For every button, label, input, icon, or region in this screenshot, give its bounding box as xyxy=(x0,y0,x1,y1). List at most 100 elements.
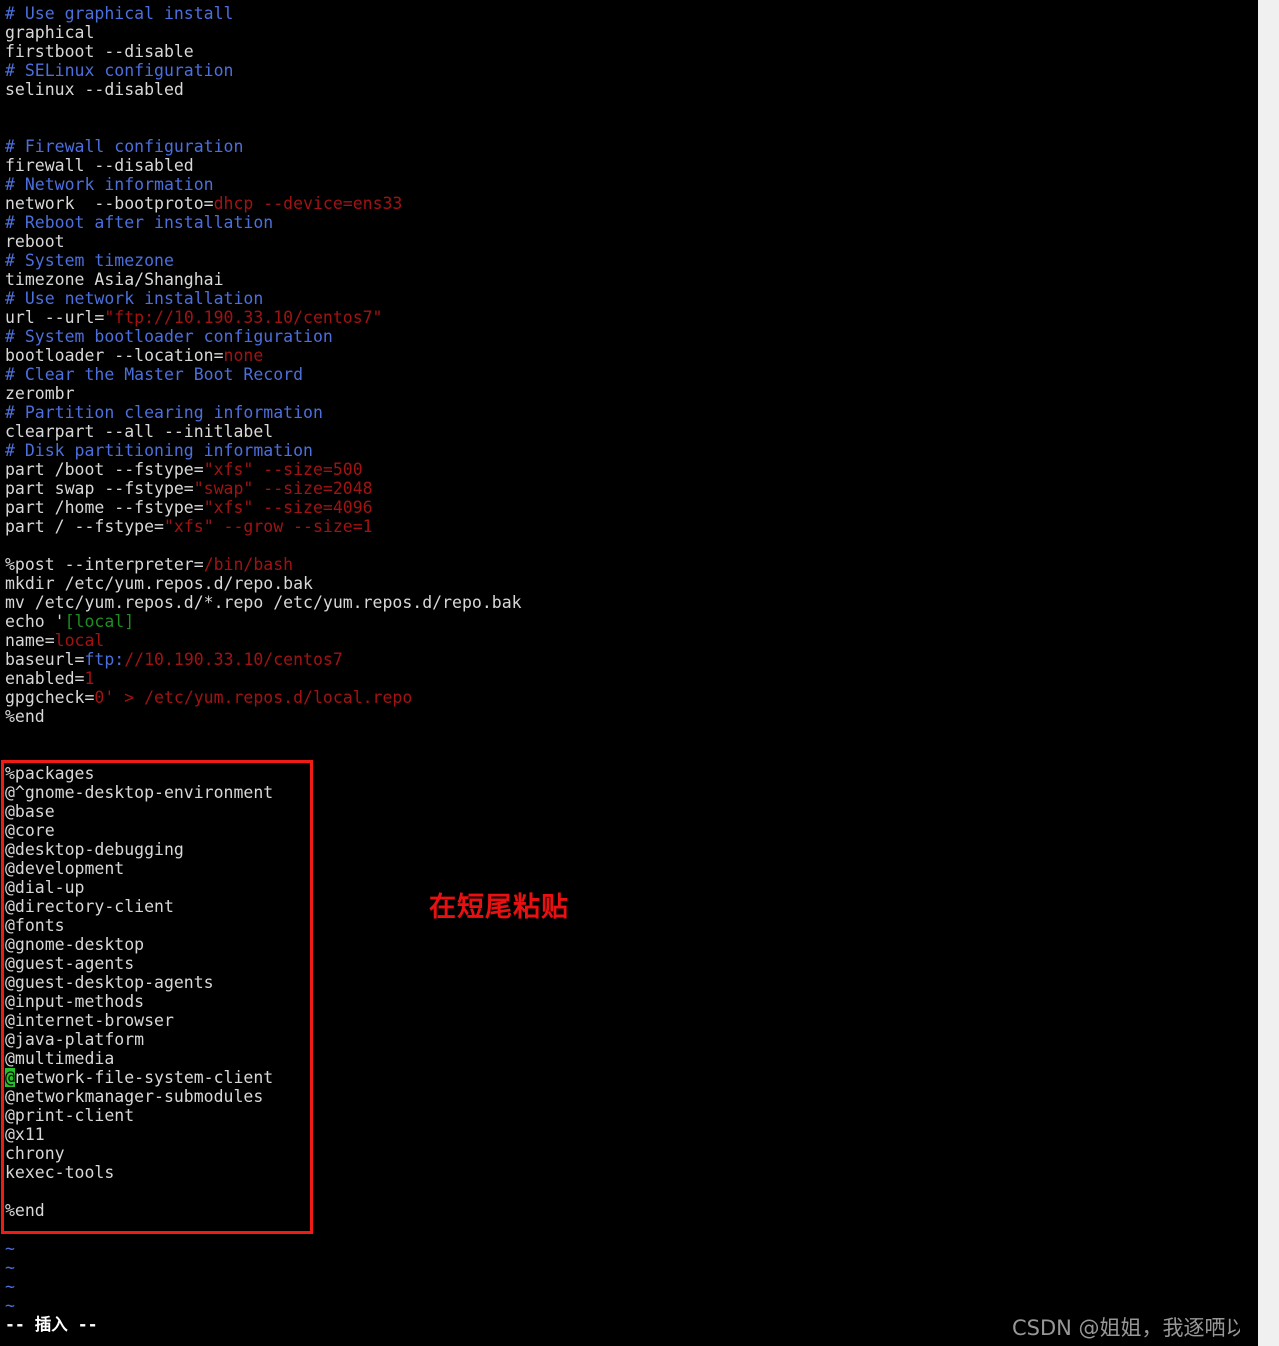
editor-line[interactable]: ~ xyxy=(5,1239,1255,1258)
editor-line[interactable]: # Firewall configuration xyxy=(5,137,1255,156)
editor-line[interactable]: part swap --fstype="swap" --size=2048 xyxy=(5,479,1255,498)
editor-line[interactable]: # Network information xyxy=(5,175,1255,194)
editor-line[interactable]: kexec-tools xyxy=(5,1163,1255,1182)
editor-line[interactable]: @development xyxy=(5,859,1255,878)
editor-line[interactable]: # Clear the Master Boot Record xyxy=(5,365,1255,384)
editor-line[interactable]: echo '[local] xyxy=(5,612,1255,631)
editor-line[interactable] xyxy=(5,1220,1255,1239)
editor-line[interactable] xyxy=(5,118,1255,137)
editor-token: # System timezone xyxy=(5,251,174,270)
editor-line[interactable]: @java-platform xyxy=(5,1030,1255,1049)
editor-line[interactable]: @print-client xyxy=(5,1106,1255,1125)
editor-line[interactable]: @directory-client xyxy=(5,897,1255,916)
editor-token: %end xyxy=(5,1201,45,1220)
editor-line[interactable]: # Reboot after installation xyxy=(5,213,1255,232)
editor-line[interactable]: # SELinux configuration xyxy=(5,61,1255,80)
editor-line[interactable]: @fonts xyxy=(5,916,1255,935)
editor-token: @directory-client xyxy=(5,897,174,916)
editor-token: ' > /etc/yum.repos.d/local.repo xyxy=(104,688,413,707)
editor-line[interactable]: %packages xyxy=(5,764,1255,783)
editor-token: @gnome-desktop xyxy=(5,935,145,954)
editor-token: # Network information xyxy=(5,175,214,194)
editor-token: # Use graphical install xyxy=(5,4,234,23)
editor-line[interactable]: part / --fstype="xfs" --grow --size=1 xyxy=(5,517,1255,536)
editor-token: @guest-agents xyxy=(5,954,135,973)
editor-token: # Reboot after installation xyxy=(5,213,274,232)
editor-line[interactable]: name=local xyxy=(5,631,1255,650)
editor-line[interactable]: # Disk partitioning information xyxy=(5,441,1255,460)
editor-line[interactable]: ~ xyxy=(5,1277,1255,1296)
editor-line[interactable] xyxy=(5,745,1255,764)
editor-line[interactable] xyxy=(5,726,1255,745)
editor-line[interactable]: # Partition clearing information xyxy=(5,403,1255,422)
vim-text-buffer[interactable]: # Use graphical install graphical firstboo… xyxy=(5,4,1255,1315)
editor-token: firstboot --disable xyxy=(5,42,194,61)
editor-token: # Clear the Master Boot Record xyxy=(5,365,304,384)
editor-token: echo ' xyxy=(5,612,65,631)
editor-line[interactable]: # Use network installation xyxy=(5,289,1255,308)
editor-line[interactable]: enabled=1 xyxy=(5,669,1255,688)
editor-line[interactable]: url --url="ftp://10.190.33.10/centos7" xyxy=(5,308,1255,327)
editor-line[interactable]: @dial-up xyxy=(5,878,1255,897)
editor-line[interactable]: baseurl=ftp://10.190.33.10/centos7 xyxy=(5,650,1255,669)
editor-token: reboot xyxy=(5,232,65,251)
terminal-window[interactable]: # Use graphical install graphical firstboo… xyxy=(0,0,1258,1346)
editor-line[interactable]: selinux --disabled xyxy=(5,80,1255,99)
editor-token: # Use network installation xyxy=(5,289,264,308)
editor-line[interactable]: @desktop-debugging xyxy=(5,840,1255,859)
editor-token: @internet-browser xyxy=(5,1011,174,1030)
editor-token: %end xyxy=(5,707,45,726)
editor-line[interactable]: mv /etc/yum.repos.d/*.repo /etc/yum.repo… xyxy=(5,593,1255,612)
editor-line[interactable] xyxy=(5,99,1255,118)
editor-line[interactable]: @gnome-desktop xyxy=(5,935,1255,954)
editor-token: none xyxy=(223,346,264,365)
editor-token: dhcp --device=ens33 xyxy=(213,194,403,213)
editor-line[interactable]: firewall --disabled xyxy=(5,156,1255,175)
editor-line[interactable]: @networkmanager-submodules xyxy=(5,1087,1255,1106)
editor-line[interactable]: # Use graphical install xyxy=(5,4,1255,23)
editor-line[interactable]: %end xyxy=(5,1201,1255,1220)
editor-line[interactable]: @internet-browser xyxy=(5,1011,1255,1030)
editor-token: mv /etc/yum.repos.d/*.repo /etc/yum.repo… xyxy=(5,593,522,612)
editor-line[interactable] xyxy=(5,1182,1255,1201)
editor-line[interactable]: @base xyxy=(5,802,1255,821)
editor-line[interactable]: chrony xyxy=(5,1144,1255,1163)
vim-block-cursor: @ xyxy=(5,1068,15,1087)
editor-line[interactable]: timezone Asia/Shanghai xyxy=(5,270,1255,289)
editor-line[interactable]: clearpart --all --initlabel xyxy=(5,422,1255,441)
editor-line[interactable]: network --bootproto=dhcp --device=ens33 xyxy=(5,194,1255,213)
editor-line[interactable]: ~ xyxy=(5,1258,1255,1277)
editor-line[interactable]: @network-file-system-client xyxy=(5,1068,1255,1087)
editor-token: "xfs" --grow --size=1 xyxy=(163,517,373,536)
editor-line[interactable] xyxy=(5,536,1255,555)
editor-line[interactable]: # System bootloader configuration xyxy=(5,327,1255,346)
editor-line[interactable]: @multimedia xyxy=(5,1049,1255,1068)
editor-line[interactable]: bootloader --location=none xyxy=(5,346,1255,365)
editor-line[interactable]: mkdir /etc/yum.repos.d/repo.bak xyxy=(5,574,1255,593)
editor-line[interactable]: reboot xyxy=(5,232,1255,251)
editor-line[interactable]: %post --interpreter=/bin/bash xyxy=(5,555,1255,574)
page-right-gutter xyxy=(1258,0,1279,1346)
editor-line[interactable]: zerombr xyxy=(5,384,1255,403)
editor-token: "xfs" --size=500 xyxy=(203,460,363,479)
editor-line[interactable]: @core xyxy=(5,821,1255,840)
editor-token: # SELinux configuration xyxy=(5,61,234,80)
editor-line[interactable]: gpgcheck=0' > /etc/yum.repos.d/local.rep… xyxy=(5,688,1255,707)
editor-token: local xyxy=(54,631,105,650)
editor-line[interactable]: @input-methods xyxy=(5,992,1255,1011)
editor-line[interactable]: graphical xyxy=(5,23,1255,42)
editor-token: timezone Asia/Shanghai xyxy=(5,270,224,289)
editor-line[interactable]: part /boot --fstype="xfs" --size=500 xyxy=(5,460,1255,479)
editor-token: gpgcheck= xyxy=(5,688,95,707)
editor-line[interactable]: firstboot --disable xyxy=(5,42,1255,61)
csdn-watermark: CSDN @姐姐，我逐哂以 xyxy=(1012,1316,1240,1340)
editor-token: @x11 xyxy=(5,1125,45,1144)
editor-line[interactable]: part /home --fstype="xfs" --size=4096 xyxy=(5,498,1255,517)
editor-line[interactable]: %end xyxy=(5,707,1255,726)
editor-line[interactable]: # System timezone xyxy=(5,251,1255,270)
editor-line[interactable]: @guest-agents xyxy=(5,954,1255,973)
editor-token: "xfs" --size=4096 xyxy=(203,498,373,517)
editor-line[interactable]: @guest-desktop-agents xyxy=(5,973,1255,992)
editor-line[interactable]: @^gnome-desktop-environment xyxy=(5,783,1255,802)
editor-line[interactable]: @x11 xyxy=(5,1125,1255,1144)
